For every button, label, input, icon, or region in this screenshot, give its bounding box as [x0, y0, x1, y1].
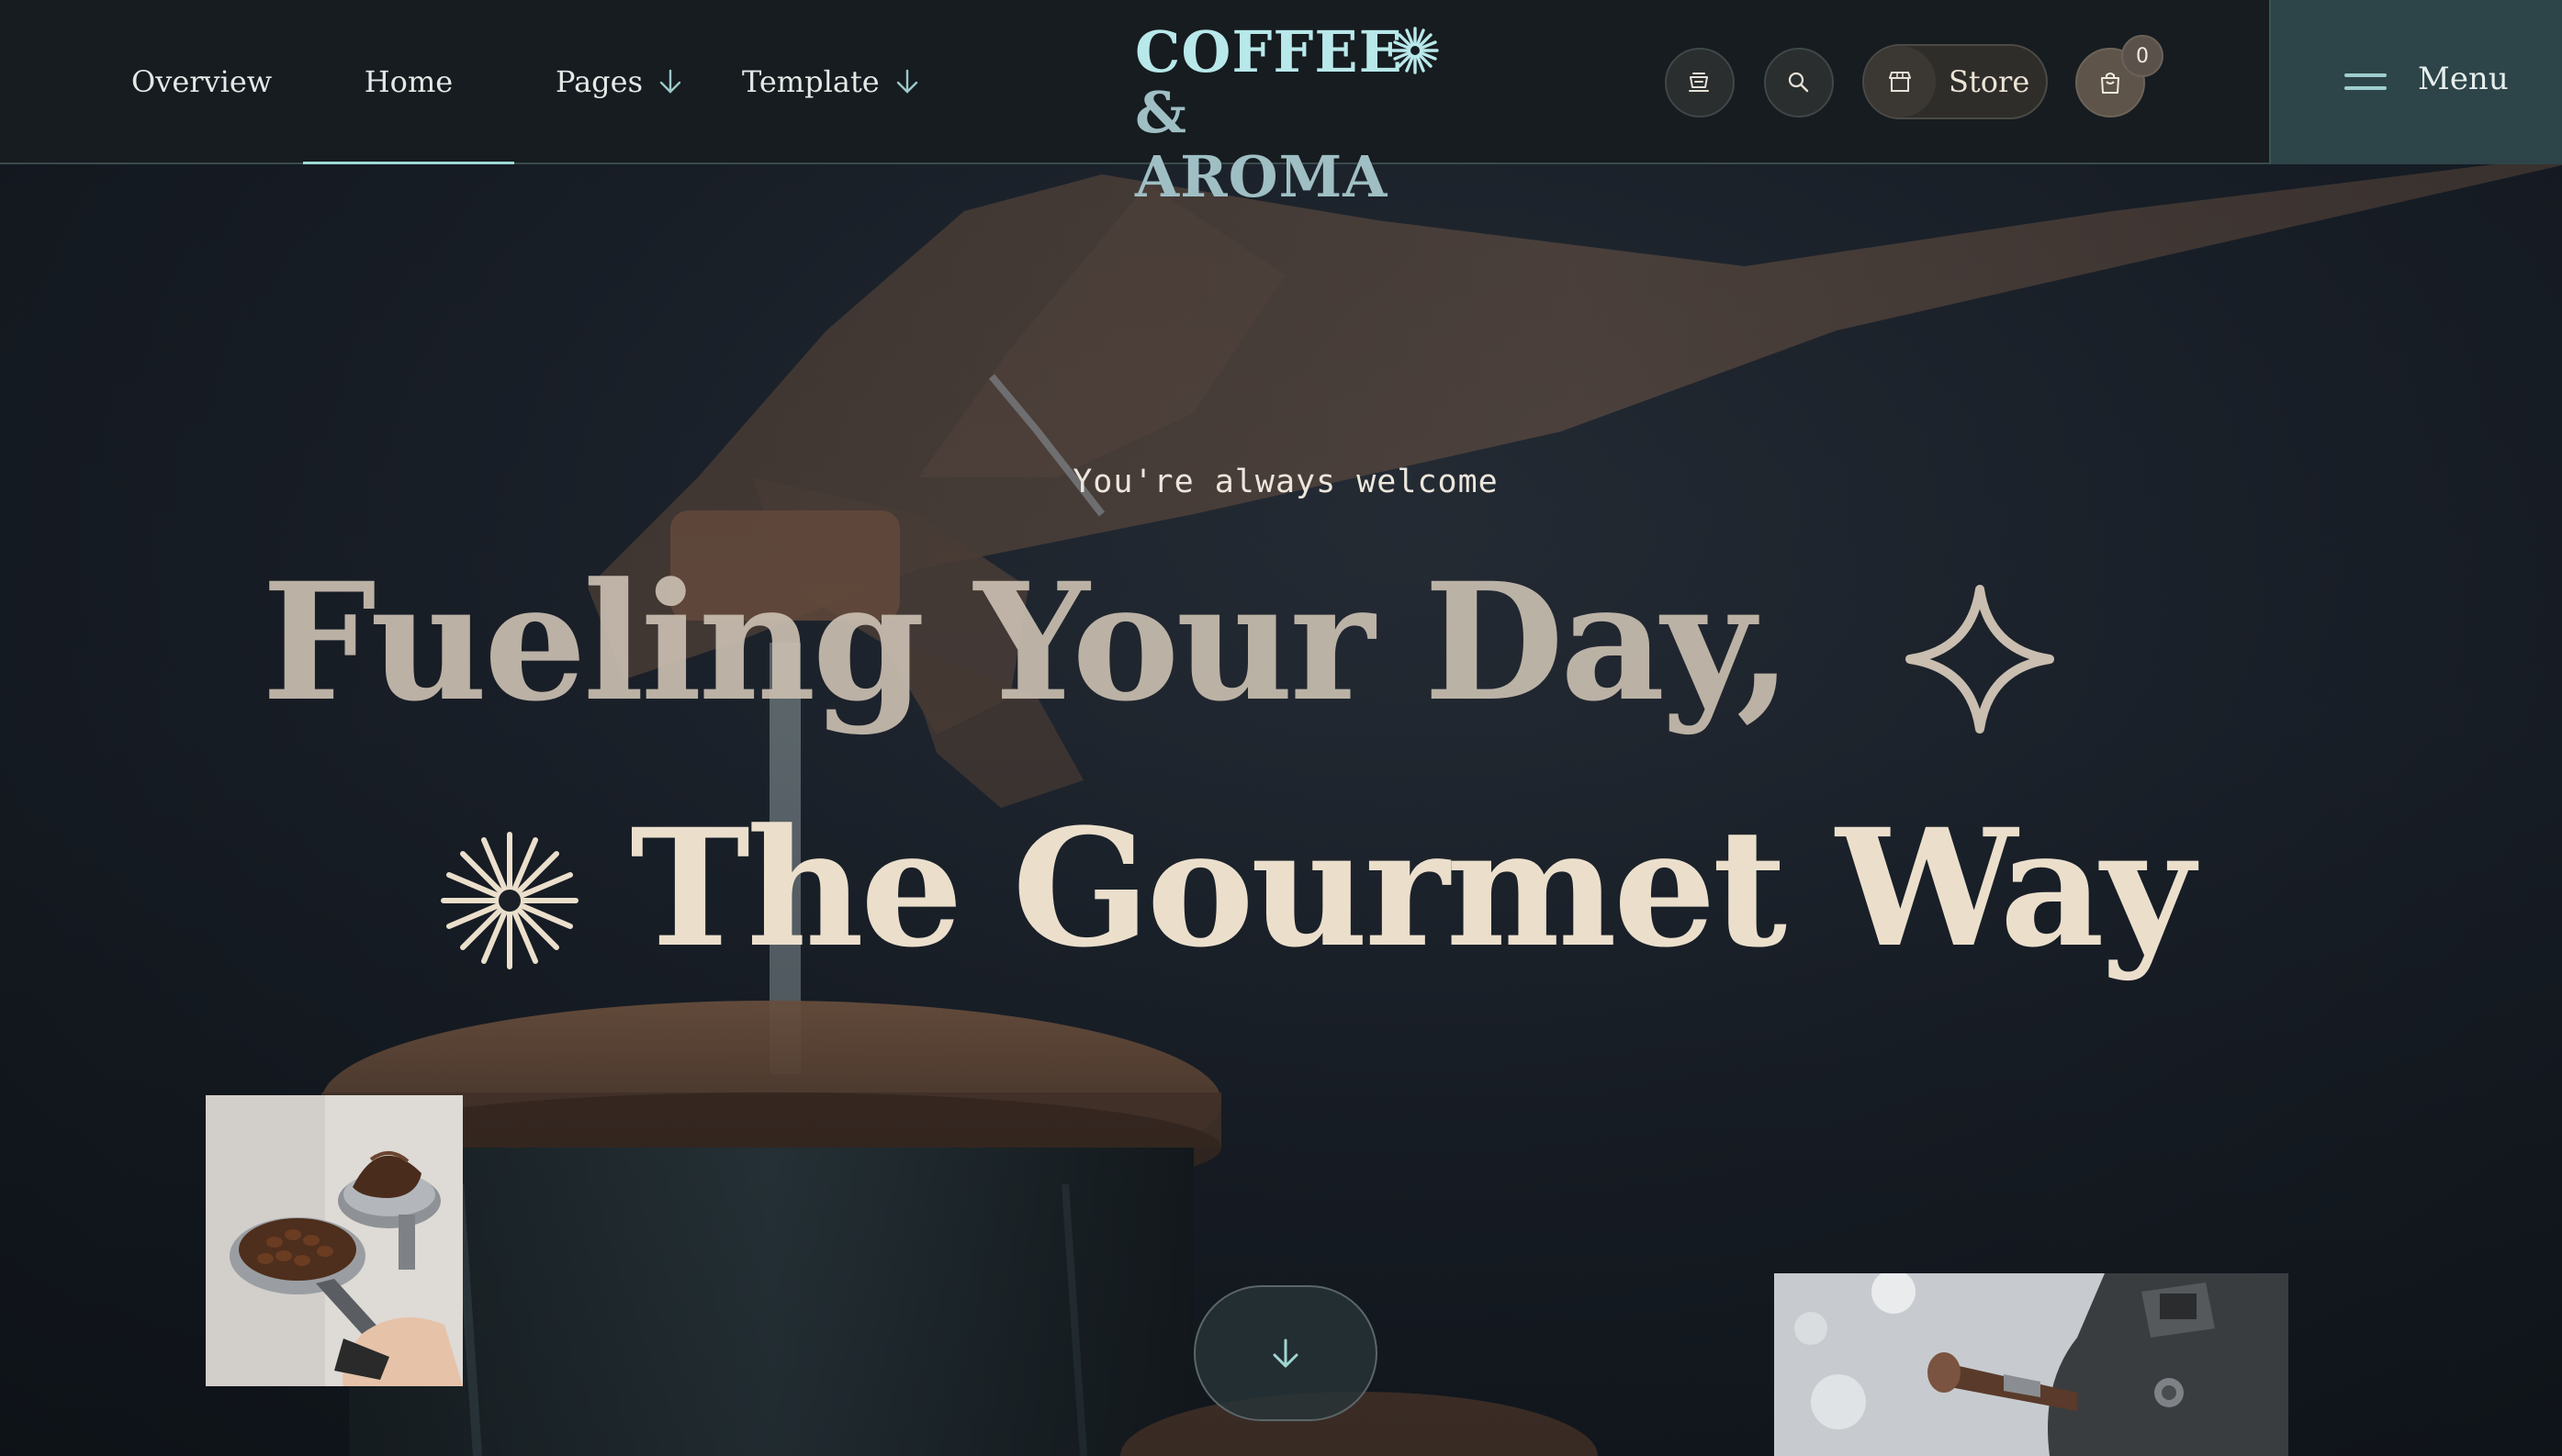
store-icon [1889, 72, 1911, 92]
site-header: Overview Home Pages Template COFFEE & AR… [0, 0, 2562, 209]
store-label: Store [1949, 64, 2030, 99]
menu-label: Menu [2418, 61, 2509, 97]
store-icon-wrapper [1864, 46, 1936, 118]
logo-line-2: & AROMA [1135, 79, 1388, 210]
sparkle-icon [1905, 585, 2054, 734]
nav-label: Home [364, 63, 454, 99]
nav-template[interactable]: Template [742, 0, 920, 162]
sunburst-icon [1391, 27, 1439, 74]
nav-pages[interactable]: Pages [556, 0, 683, 162]
logo-line-1: COFFEE [1135, 18, 1403, 85]
hero-headline-line-2: The Gourmet Way [630, 793, 2195, 983]
scroll-down-button[interactable] [1194, 1285, 1377, 1421]
arrow-down-icon [1273, 1338, 1298, 1368]
arrow-down-icon [659, 69, 681, 94]
sunburst-icon [441, 832, 579, 969]
menu-button[interactable]: Menu [2269, 0, 2562, 164]
brand-logo[interactable]: COFFEE & AROMA [1135, 18, 1447, 209]
nav-label: Overview [131, 63, 273, 99]
shopping-bag-icon [2101, 73, 2119, 94]
nav-label: Pages [556, 63, 644, 99]
espresso-portafilter-image [206, 1095, 463, 1386]
nav-label: Template [742, 63, 880, 99]
hero-headline-line-1: Fueling Your Day, [262, 547, 1792, 737]
arrow-down-icon [896, 69, 917, 94]
coffee-menu-button[interactable] [1665, 48, 1735, 118]
nav-home[interactable]: Home [303, 0, 514, 164]
search-icon [1788, 72, 1809, 93]
espresso-machine-image [1774, 1273, 2288, 1456]
hamburger-icon [2344, 73, 2387, 92]
nav-overview[interactable]: Overview [131, 0, 272, 162]
search-button[interactable] [1764, 48, 1834, 118]
store-button[interactable]: Store [1862, 44, 2048, 119]
hero-tagline: You're always welcome [1073, 464, 1499, 500]
coffee-cup-icon [1689, 73, 1709, 92]
cart-count-badge: 0 [2121, 35, 2163, 77]
active-nav-indicator [303, 162, 514, 164]
